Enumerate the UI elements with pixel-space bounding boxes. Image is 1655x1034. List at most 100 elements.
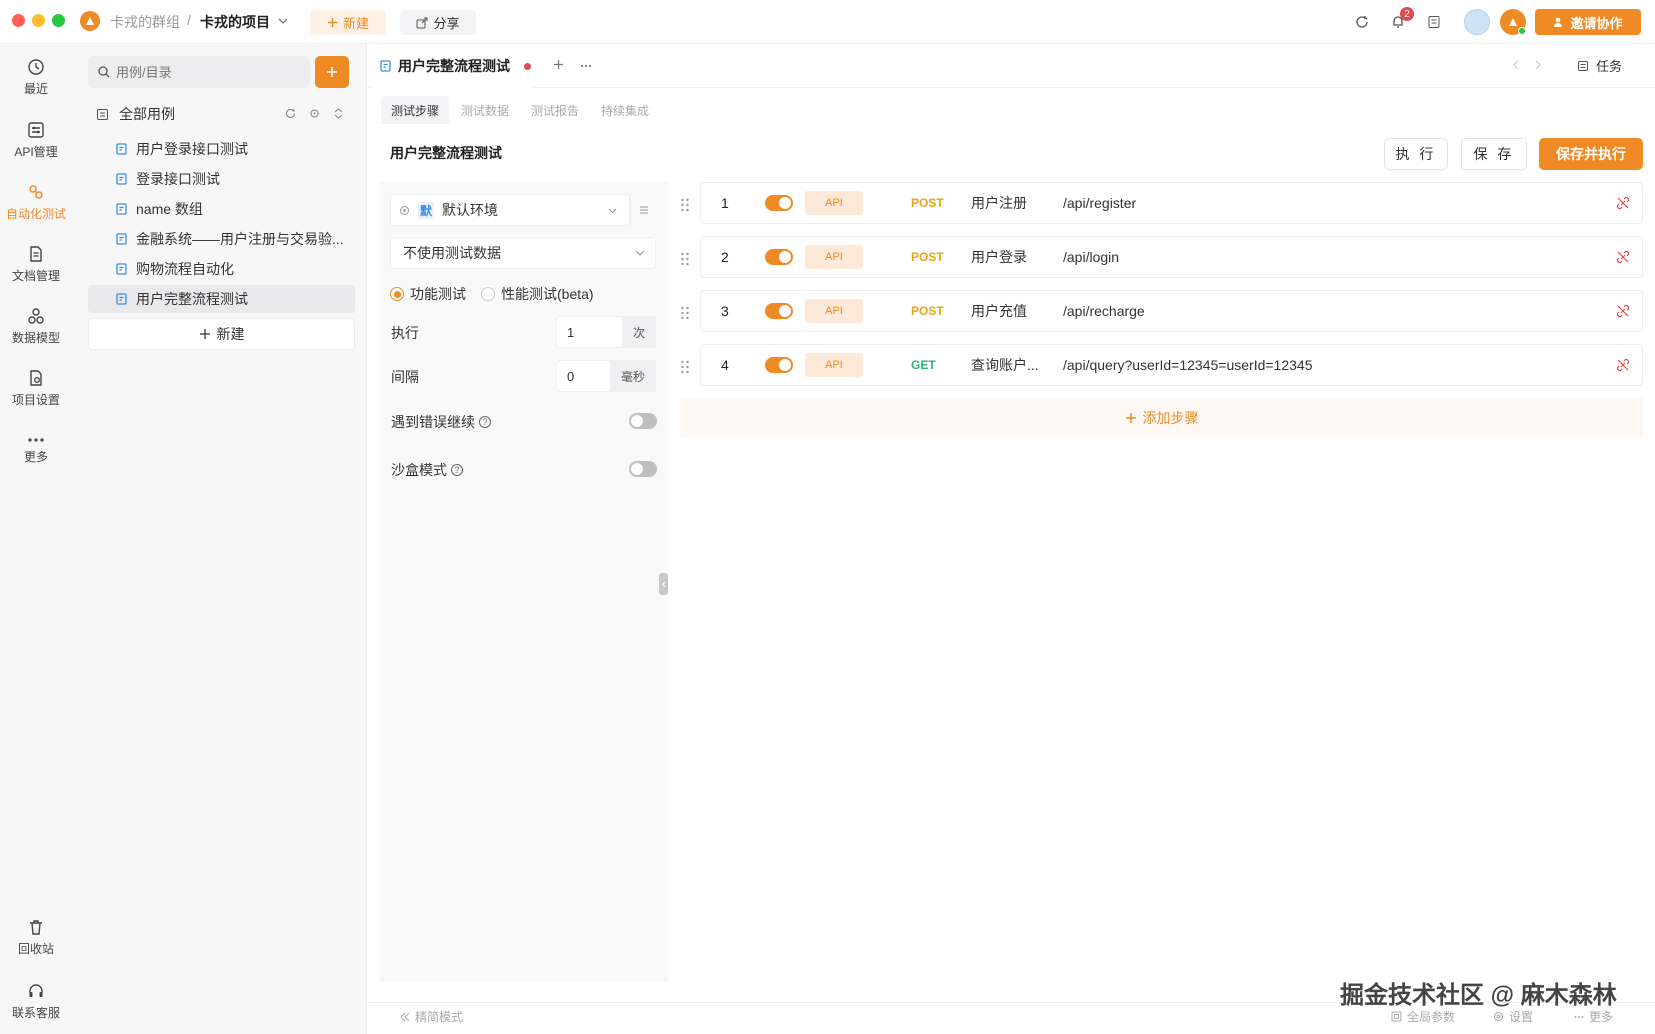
global-params-button[interactable]: 全局参数: [1391, 1008, 1455, 1025]
add-case-button[interactable]: [315, 56, 349, 88]
interval-label: 间隔: [391, 369, 419, 385]
help-icon[interactable]: ?: [451, 464, 463, 476]
unlink-icon[interactable]: [1616, 196, 1630, 210]
breadcrumb-project[interactable]: 卡戎的项目: [200, 12, 270, 32]
nav-item-recent[interactable]: 最近: [0, 58, 72, 97]
unlink-icon[interactable]: [1616, 304, 1630, 318]
maximize-window-button[interactable]: [52, 14, 65, 27]
step-enabled-toggle[interactable]: [765, 195, 793, 211]
add-tab-icon[interactable]: [553, 59, 564, 70]
nav-item-docs[interactable]: 文档管理: [0, 245, 72, 284]
tree-item-case[interactable]: 购物流程自动化: [88, 255, 355, 283]
simple-mode-label: 精简模式: [415, 1010, 464, 1024]
user-avatar[interactable]: [1464, 9, 1490, 35]
case-search-input[interactable]: [116, 64, 296, 80]
nav-item-support[interactable]: 联系客服: [0, 982, 72, 1021]
environment-select[interactable]: 默 默认环境: [390, 194, 630, 226]
step-type-tag: API: [805, 245, 863, 269]
document-list-icon[interactable]: [1424, 12, 1444, 32]
tree-item-case-selected[interactable]: 用户完整流程测试: [88, 285, 355, 313]
case-search-box[interactable]: [88, 56, 310, 88]
environment-menu-icon[interactable]: [630, 194, 656, 226]
tree-item-case[interactable]: 金融系统——用户注册与交易验...: [88, 225, 355, 253]
step-method: POST: [911, 304, 944, 318]
tree-item-label: 金融系统——用户注册与交易验...: [136, 231, 344, 247]
collapse-all-icon[interactable]: [334, 108, 343, 119]
mode-performance-radio[interactable]: 性能测试(beta): [481, 284, 594, 304]
nav-item-data-model[interactable]: 数据模型: [0, 307, 72, 346]
drag-handle-icon[interactable]: [680, 360, 692, 376]
step-row[interactable]: 4 API GET 查询账户... /api/query?userId=1234…: [700, 344, 1643, 386]
nav-item-api[interactable]: API管理: [0, 121, 72, 160]
chevron-down-icon[interactable]: [278, 16, 288, 26]
drag-handle-icon[interactable]: [680, 198, 692, 214]
chevron-left-icon[interactable]: [1512, 60, 1520, 70]
step-enabled-toggle[interactable]: [765, 357, 793, 373]
unlink-icon[interactable]: [1616, 358, 1630, 372]
plus-icon: [199, 328, 211, 340]
mode-functional-label: 功能测试: [410, 286, 466, 302]
unlink-icon[interactable]: [1616, 250, 1630, 264]
bottom-more-button[interactable]: 更多: [1574, 1008, 1613, 1025]
locate-icon[interactable]: [309, 108, 320, 119]
exec-count-input[interactable]: 1: [556, 316, 622, 348]
run-button[interactable]: 执 行: [1384, 138, 1448, 170]
tree-item-case[interactable]: 用户登录接口测试: [88, 135, 355, 163]
test-case-icon: [116, 203, 128, 215]
tab-more-icon[interactable]: [580, 64, 592, 68]
drag-handle-icon[interactable]: [680, 306, 692, 322]
help-icon[interactable]: ?: [479, 416, 491, 428]
refresh-icon[interactable]: [285, 108, 296, 119]
nav-item-automation[interactable]: 自动化测试: [0, 183, 72, 222]
history-icon: [27, 58, 45, 76]
tree-root[interactable]: 全部用例: [96, 104, 175, 124]
tree-item-case[interactable]: name 数组: [88, 195, 355, 223]
nav-item-trash[interactable]: 回收站: [0, 918, 72, 957]
tree-new-button[interactable]: 新建: [88, 318, 355, 350]
sync-icon[interactable]: [1352, 12, 1372, 32]
nav-item-more[interactable]: 更多: [0, 436, 72, 465]
step-row[interactable]: 3 API POST 用户充值 /api/recharge: [700, 290, 1643, 332]
save-button[interactable]: 保 存: [1461, 138, 1527, 170]
new-button[interactable]: 新建: [310, 10, 386, 35]
close-window-button[interactable]: [12, 14, 25, 27]
double-chevron-left-icon: [400, 1012, 410, 1022]
tree-item-case[interactable]: 登录接口测试: [88, 165, 355, 193]
step-name: 用户充值: [971, 303, 1027, 319]
step-enabled-toggle[interactable]: [765, 249, 793, 265]
more-dots-icon: [27, 436, 45, 444]
sandbox-toggle[interactable]: [629, 461, 657, 477]
simple-mode-toggle[interactable]: 精简模式: [400, 1008, 463, 1025]
step-row[interactable]: 1 API POST 用户注册 /api/register: [700, 182, 1643, 224]
step-enabled-toggle[interactable]: [765, 303, 793, 319]
chevron-right-icon[interactable]: [1534, 60, 1542, 70]
continue-on-error-toggle[interactable]: [629, 413, 657, 429]
breadcrumb-group[interactable]: 卡戎的群组: [110, 12, 180, 32]
drag-handle-icon[interactable]: [680, 252, 692, 268]
subtab-steps[interactable]: 测试步骤: [381, 96, 450, 124]
subtab-report[interactable]: 测试报告: [521, 96, 589, 124]
tasks-button[interactable]: 任务: [1577, 56, 1622, 75]
minimize-window-button[interactable]: [32, 14, 45, 27]
nav-item-project-settings[interactable]: 项目设置: [0, 369, 72, 408]
subtab-data[interactable]: 测试数据: [451, 96, 519, 124]
editor-tab-active[interactable]: 用户完整流程测试: [380, 56, 531, 76]
step-row[interactable]: 2 API POST 用户登录 /api/login: [700, 236, 1643, 278]
share-icon: [416, 17, 428, 29]
invite-button[interactable]: 邀请协作: [1535, 9, 1641, 35]
test-case-icon: [380, 60, 392, 72]
notification-badge: 2: [1400, 7, 1414, 21]
test-data-select[interactable]: 不使用测试数据: [390, 237, 656, 269]
share-button[interactable]: 分享: [400, 10, 476, 35]
document-icon: [27, 245, 45, 263]
save-and-run-button[interactable]: 保存并执行: [1539, 138, 1643, 170]
subtab-ci[interactable]: 持续集成: [591, 96, 659, 124]
step-method: POST: [911, 196, 944, 210]
settings-button[interactable]: 设置: [1493, 1008, 1533, 1025]
continue-on-error-row: 遇到错误继续 ?: [391, 412, 491, 432]
mode-functional-radio[interactable]: 功能测试: [390, 284, 466, 304]
add-step-button[interactable]: 添加步骤: [680, 398, 1643, 438]
sandbox-row: 沙盒模式 ?: [391, 460, 463, 480]
panel-collapse-handle[interactable]: [659, 573, 668, 595]
interval-input[interactable]: 0: [556, 360, 610, 392]
